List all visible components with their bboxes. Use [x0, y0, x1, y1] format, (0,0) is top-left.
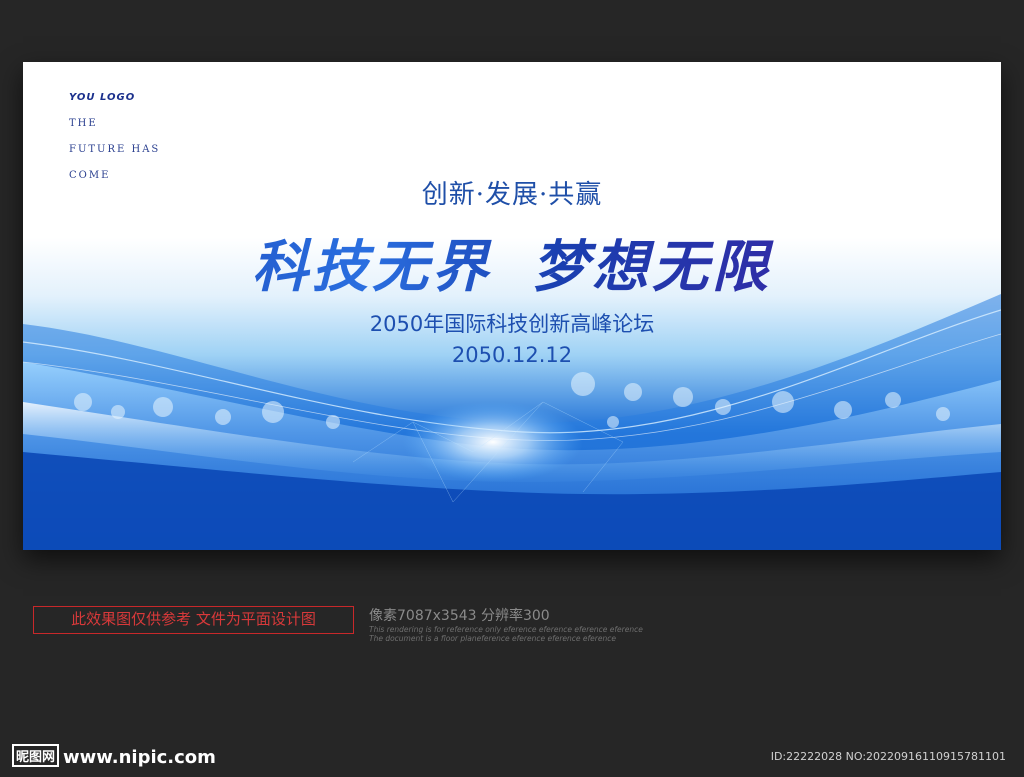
- site-url: www.nipic.com: [63, 747, 216, 768]
- tagline-line: THE: [69, 118, 98, 129]
- headline-right: 梦想无限: [532, 235, 772, 300]
- image-spec: 像素7087x3543 分辨率300: [369, 608, 550, 624]
- event-date: 2050.12.12: [451, 343, 573, 367]
- headline-left: 科技无界: [252, 235, 492, 300]
- preview-notice: 此效果图仅供参考 文件为平面设计图: [33, 606, 354, 634]
- spec-subtext: This rendering is for reference only efe…: [369, 625, 643, 634]
- headline: 科技无界 梦想无限: [23, 222, 1001, 303]
- logo: YOU LOGO: [69, 92, 136, 103]
- event-title: 2050年国际科技创新高峰论坛: [369, 312, 655, 336]
- banner: YOU LOGO THE FUTURE HAS COME 创新·发展·共赢 科技…: [23, 62, 1001, 550]
- image-id: ID:22222028 NO:20220916110915781101: [770, 750, 1006, 763]
- logo-block: YOU LOGO THE FUTURE HAS COME: [69, 92, 160, 181]
- wave-background: [23, 294, 1001, 550]
- slogan: 创新·发展·共赢: [421, 180, 603, 210]
- site-mark: 昵图网: [12, 744, 60, 767]
- site-watermark: 昵图网 www.nipic.com: [12, 744, 216, 768]
- tagline-line: FUTURE HAS: [69, 144, 161, 155]
- spec-subtext: The document is a floor planeference efe…: [369, 634, 616, 643]
